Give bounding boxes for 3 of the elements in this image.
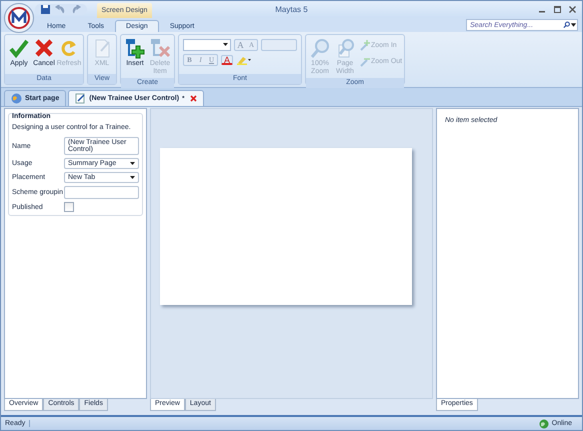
font-color-button[interactable]: A	[221, 55, 234, 65]
window-title: Maytas 5	[275, 5, 308, 14]
modified-mark: *	[182, 96, 184, 102]
